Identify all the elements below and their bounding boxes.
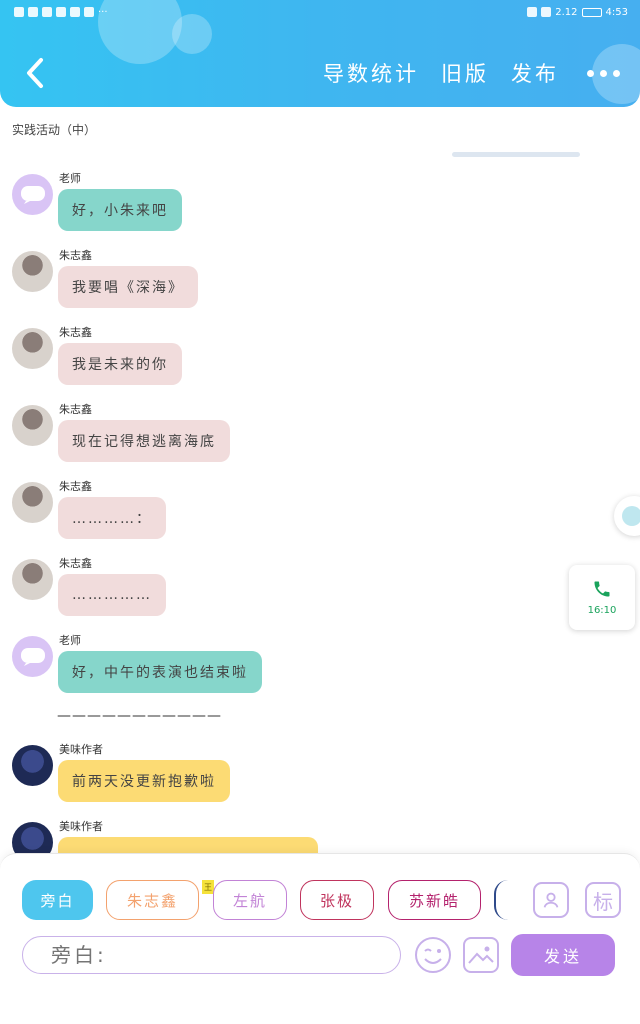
- profile-button[interactable]: [533, 882, 569, 918]
- sender-name: 朱志鑫: [59, 557, 92, 570]
- message-bubble[interactable]: 我是未来的你: [58, 343, 182, 385]
- sender-name: 朱志鑫: [59, 403, 92, 416]
- teacher-avatar[interactable]: [12, 636, 53, 677]
- back-button[interactable]: [20, 56, 50, 90]
- mute-icon: [527, 7, 538, 17]
- wifi-icon: [14, 7, 24, 17]
- more-status-icon: ···: [98, 6, 108, 18]
- message-input-field[interactable]: [51, 943, 400, 967]
- section-divider: ———————————: [57, 708, 222, 724]
- user-avatar[interactable]: [12, 328, 53, 369]
- notification-icon: [28, 7, 38, 17]
- message-bubble[interactable]: …………：: [58, 497, 166, 539]
- role-chip-zhu[interactable]: 朱志鑫: [106, 880, 199, 920]
- floating-assistant-button[interactable]: [614, 496, 640, 536]
- sender-name: 朱志鑫: [59, 480, 92, 493]
- author-avatar[interactable]: [12, 745, 53, 786]
- sender-name: 老师: [59, 634, 81, 647]
- sender-name: 朱志鑫: [59, 326, 92, 339]
- role-chip-narrator[interactable]: 旁白: [22, 880, 93, 920]
- nav-publish[interactable]: 发布: [511, 58, 559, 88]
- role-chip-zhang[interactable]: 张极: [300, 880, 374, 920]
- scroll-indicator: [452, 152, 580, 157]
- sender-name: 美味作者: [59, 743, 103, 756]
- bell-off-icon: [541, 7, 552, 17]
- status-left-icons: ···: [14, 7, 108, 18]
- wechat-icon: [42, 7, 52, 17]
- battery-value: 2.12: [555, 6, 578, 18]
- sender-name: 朱志鑫: [59, 249, 92, 262]
- status-right-icons: 2.12 4:53: [527, 7, 628, 18]
- user-avatar[interactable]: [12, 559, 53, 600]
- message-bubble[interactable]: 好，小朱来吧: [58, 189, 182, 231]
- search-icon: [84, 7, 94, 17]
- message-bubble[interactable]: 前两天没更新抱歉啦: [58, 760, 230, 802]
- header-nav: 导数统计 旧版 发布: [323, 58, 620, 88]
- battery-icon: [581, 7, 602, 17]
- role-chip-partial[interactable]: [494, 880, 514, 920]
- send-button[interactable]: 发送: [511, 934, 615, 976]
- message-input[interactable]: [22, 936, 401, 974]
- chat-bubble-icon: [20, 185, 45, 204]
- header-bar: ··· 2.12 4:53 导数统计 旧版 发布: [0, 0, 640, 107]
- nav-old-version[interactable]: 旧版: [441, 58, 489, 88]
- chevron-left-icon: [27, 58, 43, 88]
- decor-bubble-small: [172, 14, 212, 54]
- emoji-icon[interactable]: [414, 936, 452, 974]
- message-bubble[interactable]: 好，中午的表演也结束啦: [58, 651, 262, 693]
- status-bar: ··· 2.12 4:53: [14, 4, 628, 20]
- app-icon: [56, 7, 66, 17]
- call-time: 16:10: [587, 605, 617, 616]
- nav-stats[interactable]: 导数统计: [323, 58, 419, 88]
- tag-button[interactable]: 标: [585, 882, 621, 918]
- app-icon-2: [70, 7, 80, 17]
- sender-name: 美味作者: [59, 820, 103, 833]
- image-button[interactable]: [463, 937, 499, 973]
- activity-label: 实践活动（中）: [12, 123, 97, 137]
- assistant-icon: [622, 506, 640, 526]
- person-icon: [543, 892, 559, 908]
- user-avatar[interactable]: [12, 405, 53, 446]
- chat-bubble-icon: [20, 647, 45, 666]
- message-bubble[interactable]: ……………: [58, 574, 166, 616]
- sender-name: 老师: [59, 172, 81, 185]
- role-chip-su[interactable]: 苏新皓: [388, 880, 481, 920]
- message-bubble[interactable]: 我要唱《深海》: [58, 266, 198, 308]
- more-menu-icon[interactable]: [587, 69, 620, 77]
- teacher-avatar[interactable]: [12, 174, 53, 215]
- message-bubble[interactable]: 现在记得想逃离海底: [58, 420, 230, 462]
- user-avatar[interactable]: [12, 251, 53, 292]
- role-chip-zuo[interactable]: 左航: [213, 880, 287, 920]
- clock: 4:53: [605, 6, 628, 18]
- image-icon: [468, 946, 494, 964]
- call-card[interactable]: 16:10: [569, 565, 635, 630]
- phone-icon: [594, 581, 610, 597]
- user-avatar[interactable]: [12, 482, 53, 523]
